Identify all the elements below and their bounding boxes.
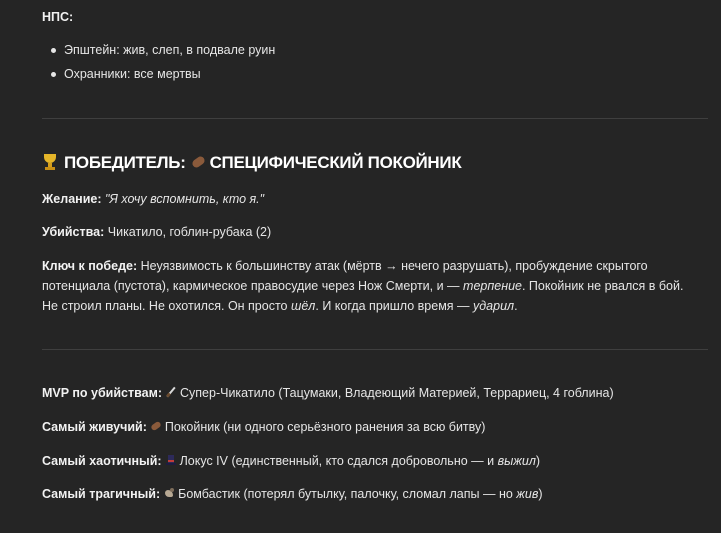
most-chaotic-italic: выжил [497,454,536,468]
key-text: . [514,299,518,313]
key-to-victory-paragraph: Ключ к победе: Неуязвимость к большинств… [42,256,702,316]
mvp-value: Супер-Чикатило (Тацумаки, Владеющий Мате… [180,386,614,400]
dodo-icon [163,487,175,499]
coffin-icon [190,154,206,170]
most-chaotic-line: Самый хаотичный: Локус IV (единственный, … [42,451,540,471]
winner-heading: ПОБЕДИТЕЛЬ: СПЕЦИФИЧЕСКИЙ ПОКОЙНИК [42,151,462,175]
divider [42,118,708,119]
npc-heading: НПС: [42,10,74,24]
mvp-label: MVP по убийствам: [42,386,162,400]
mvp-line: MVP по убийствам: Супер-Чикатило (Тацумак… [42,383,614,403]
list-item: Охранники: все мертвы [42,64,275,88]
kills-value: Чикатило, гоблин-рубака (2) [107,225,272,239]
most-durable-value: Покойник (ни одного серьёзного ранения з… [164,420,486,434]
most-tragic-label: Самый трагичный: [42,487,161,501]
list-item: Эпштейн: жив, слеп, в подвале руин [42,40,275,64]
wish-value: "Я хочу вспомнить, кто я." [104,192,265,206]
most-tragic-italic: жив [516,487,539,501]
most-tragic-value-end: ) [538,487,543,501]
key-text: . И когда пришло время — [315,299,473,313]
wish-line: Желание: "Я хочу вспомнить, кто я." [42,189,264,209]
most-durable-line: Самый живучий: Покойник (ни одного серьёз… [42,417,485,437]
wish-label: Желание: [42,192,102,206]
kills-label: Убийства: [42,225,105,239]
winner-title-name: СПЕЦИФИЧЕСКИЙ ПОКОЙНИК [209,153,462,172]
most-chaotic-value-end: ) [535,454,541,468]
most-tragic-line: Самый трагичный: Бомбастик (потерял бутыл… [42,484,543,504]
kills-line: Убийства: Чикатило, гоблин-рубака (2) [42,222,271,242]
trophy-icon [42,153,58,171]
winner-title-prefix: ПОБЕДИТЕЛЬ: [64,153,186,172]
top-hat-icon [165,454,177,466]
most-chaotic-value: Локус IV (единственный, кто сдался добро… [179,454,498,468]
knife-icon [165,386,177,398]
most-durable-label: Самый живучий: [42,420,147,434]
coffin-icon [150,420,162,432]
npc-list: Эпштейн: жив, слеп, в подвале руин Охран… [42,40,275,88]
most-chaotic-label: Самый хаотичный: [42,454,162,468]
key-italic: шёл [290,299,316,313]
key-italic: терпение [463,279,522,293]
key-italic: ударил [473,299,515,313]
divider [42,349,708,350]
most-tragic-value: Бомбастик (потерял бутылку, палочку, сло… [178,487,517,501]
key-label: Ключ к победе: [42,259,138,273]
